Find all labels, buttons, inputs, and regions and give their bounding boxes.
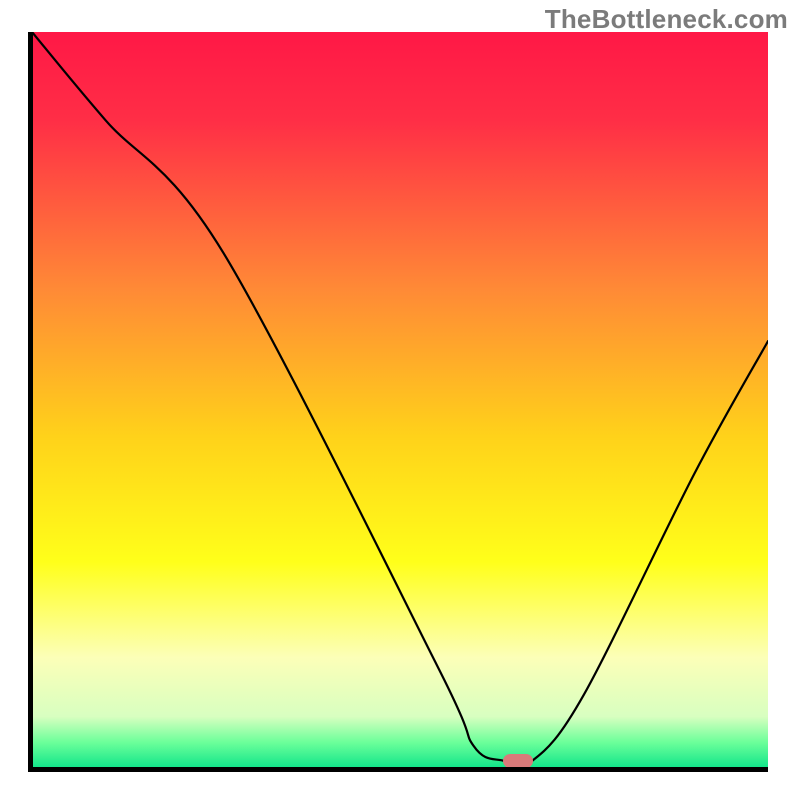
optimum-marker xyxy=(503,754,533,768)
bottleneck-chart: TheBottleneck.com xyxy=(0,0,800,800)
gradient-background xyxy=(32,32,768,768)
plot-area xyxy=(32,32,768,768)
watermark-text: TheBottleneck.com xyxy=(545,4,788,35)
